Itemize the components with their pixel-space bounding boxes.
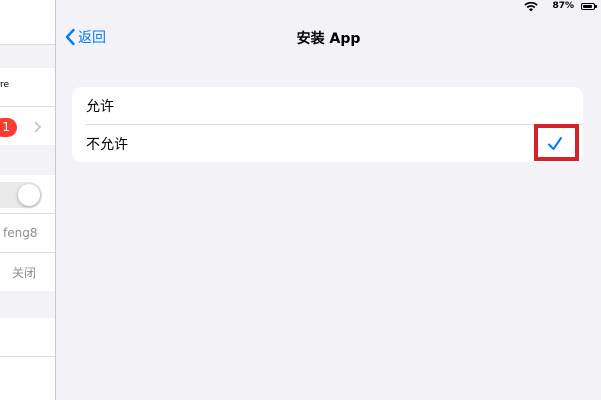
option-disallow[interactable]: 不允许 xyxy=(72,125,583,162)
status-bar: 87% xyxy=(0,0,601,14)
battery-percentage: 87% xyxy=(552,1,574,11)
sidebar-divider xyxy=(0,44,55,45)
highlight-annotation-box xyxy=(534,124,579,161)
wifi-icon xyxy=(524,2,538,12)
toggle-knob xyxy=(18,184,40,206)
sidebar-cell-1-label: re xyxy=(0,80,10,90)
sidebar-cell-1[interactable]: re xyxy=(0,68,55,106)
sidebar-cell-6[interactable] xyxy=(0,318,55,356)
sidebar-cell-5-value: 关闭 xyxy=(12,266,37,280)
sidebar-header-bg xyxy=(0,0,55,44)
sidebar-cell-4[interactable]: feng8 xyxy=(0,214,55,252)
sidebar-toggle-switch[interactable] xyxy=(0,182,42,208)
option-allow-label: 允许 xyxy=(86,98,114,115)
settings-sidebar: re 1 feng8 关闭 xyxy=(0,0,56,400)
install-app-options: 允许 不允许 xyxy=(72,87,583,162)
sidebar-cell-7[interactable] xyxy=(0,357,55,400)
sidebar-cell-5[interactable]: 关闭 xyxy=(0,253,55,291)
battery-tip xyxy=(595,5,597,8)
battery-level-fill xyxy=(583,5,592,8)
sidebar-cell-4-value: feng8 xyxy=(3,226,38,240)
option-allow[interactable]: 允许 xyxy=(72,87,583,124)
page-title: 安装 App xyxy=(296,31,361,47)
chevron-right-icon xyxy=(34,121,42,133)
battery-icon xyxy=(581,3,595,10)
option-disallow-label: 不允许 xyxy=(86,136,128,153)
